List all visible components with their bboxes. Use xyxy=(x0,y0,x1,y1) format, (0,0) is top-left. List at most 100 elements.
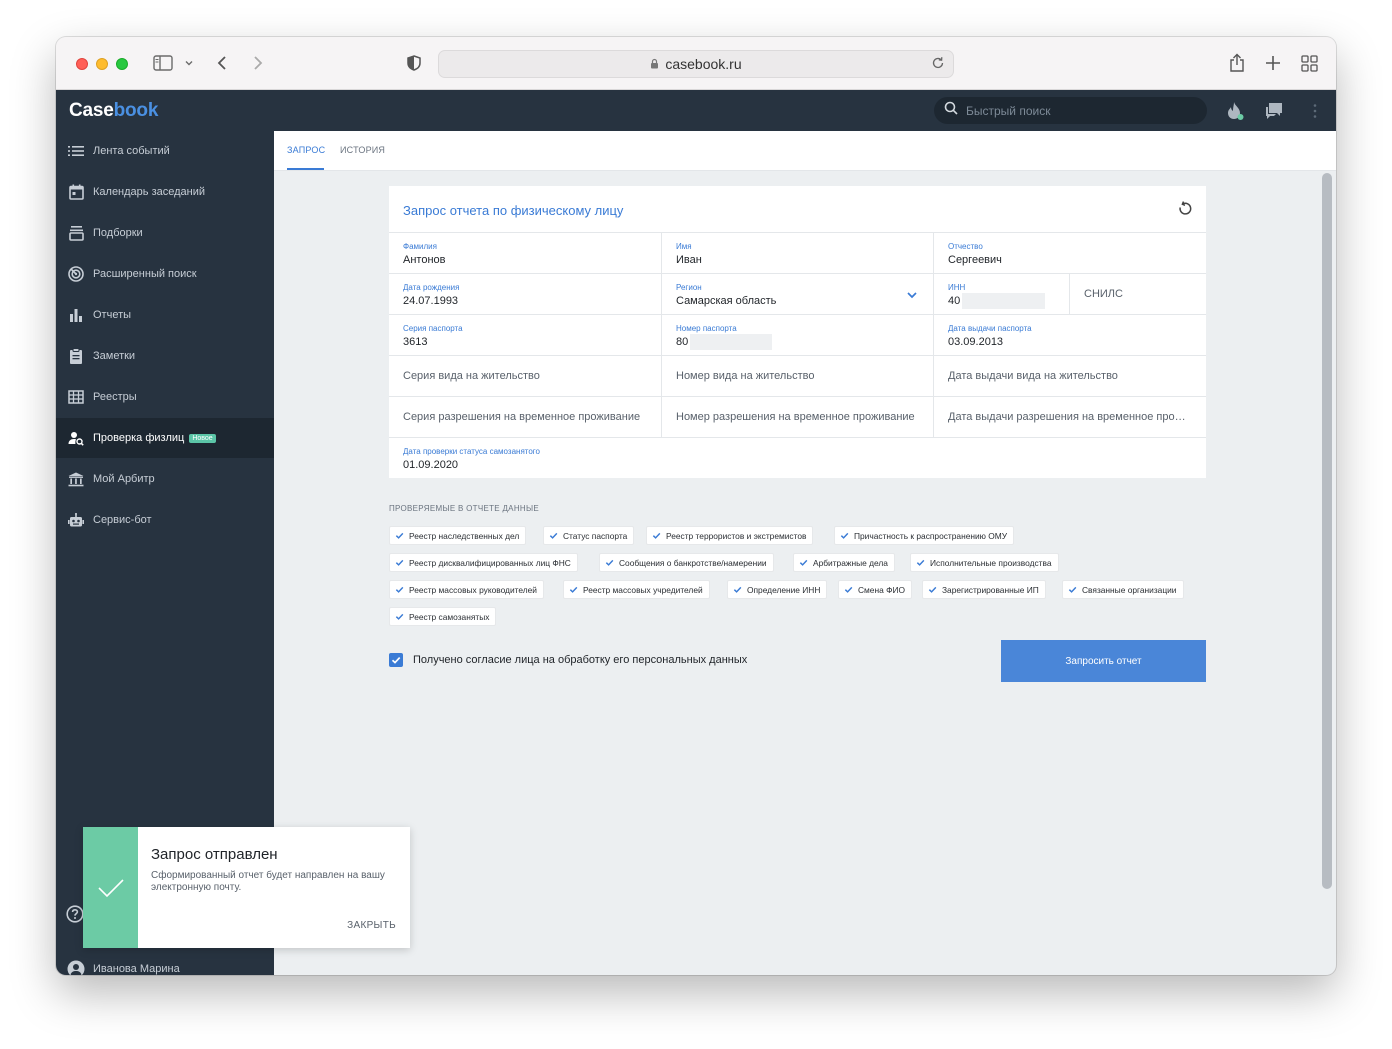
back-icon[interactable] xyxy=(212,51,232,75)
form-row-selfemployed: Дата проверки статуса самозанятого 01.09… xyxy=(389,437,1206,478)
toast-message: Сформированный отчет будет направлен на … xyxy=(151,870,385,893)
check-chip[interactable]: Исполнительные производства xyxy=(910,553,1059,572)
residence-series-field[interactable]: Серия вида на жительство xyxy=(389,356,662,397)
check-icon xyxy=(569,586,578,593)
chevron-down-icon[interactable] xyxy=(182,51,196,75)
consent-checkbox[interactable]: Получено согласие лица на обработку его … xyxy=(389,653,747,667)
check-chip[interactable]: Реестр самозанятых xyxy=(389,607,497,626)
avatar-icon xyxy=(67,960,85,975)
check-icon xyxy=(395,613,404,620)
selfemployed-date-field[interactable]: Дата проверки статуса самозанятого 01.09… xyxy=(389,438,1206,479)
close-window-button[interactable] xyxy=(76,58,88,70)
user-profile[interactable]: Иванова Марина xyxy=(56,949,274,975)
sidebar-item-feed[interactable]: Лента событий xyxy=(56,131,274,171)
form-row-residence: Серия вида на жительство Номер вида на ж… xyxy=(389,355,1206,397)
check-chip[interactable]: Зарегистрированные ИП xyxy=(922,580,1046,599)
passport-date-field[interactable]: Дата выдачи паспорта 03.09.2013 xyxy=(934,315,1206,356)
zoom-window-button[interactable] xyxy=(116,58,128,70)
sidebar-item-person-check[interactable]: Проверка физлиц Новое xyxy=(56,418,274,458)
tab-overview-icon[interactable] xyxy=(1298,51,1320,75)
sidebar-item-service-bot[interactable]: Сервис-бот xyxy=(56,500,274,540)
casebook-logo[interactable]: Casebook xyxy=(69,100,158,122)
success-toast: Запрос отправлен Сформированный отчет бу… xyxy=(83,827,410,948)
minimize-window-button[interactable] xyxy=(96,58,108,70)
robot-icon xyxy=(67,511,85,529)
chevron-down-icon[interactable] xyxy=(905,288,919,302)
scrollbar[interactable] xyxy=(1322,173,1332,889)
check-icon xyxy=(916,559,925,566)
check-icon xyxy=(799,559,808,566)
search-icon xyxy=(944,101,958,120)
sidebar-toggle-icon[interactable] xyxy=(152,51,174,75)
patronymic-field[interactable]: Отчество Сергеевич xyxy=(934,233,1206,274)
check-icon xyxy=(549,532,558,539)
check-icon xyxy=(395,586,404,593)
radar-icon xyxy=(67,265,85,283)
check-chip[interactable]: Причастность к распространению ОМУ xyxy=(834,526,1015,545)
residence-date-field[interactable]: Дата выдачи вида на жительство xyxy=(934,356,1206,397)
first-name-field[interactable]: Имя Иван xyxy=(662,233,934,274)
toast-close-button[interactable]: ЗАКРЫТЬ xyxy=(347,920,396,931)
reset-icon[interactable] xyxy=(1176,200,1194,218)
quick-search-input[interactable] xyxy=(966,103,1186,118)
new-tab-icon[interactable] xyxy=(1262,51,1284,75)
bar-chart-icon xyxy=(67,306,85,324)
quick-search[interactable] xyxy=(934,97,1207,124)
form-row-passport: Серия паспорта 3613 Номер паспорта 80 Да… xyxy=(389,314,1206,356)
permit-date-field[interactable]: Дата выдачи разрешения на временное про… xyxy=(934,397,1206,438)
share-icon[interactable] xyxy=(1226,51,1248,75)
reload-icon[interactable] xyxy=(931,56,945,73)
check-chip[interactable]: Определение ИНН xyxy=(727,580,828,599)
check-chip[interactable]: Сообщения о банкротстве/намерении xyxy=(599,553,774,572)
url-text: casebook.ru xyxy=(665,56,742,72)
permit-number-field[interactable]: Номер разрешения на временное проживание xyxy=(662,397,934,438)
passport-number-field[interactable]: Номер паспорта 80 xyxy=(662,315,934,356)
sidebar-item-reports[interactable]: Отчеты xyxy=(56,295,274,335)
checkbox-checked-icon[interactable] xyxy=(389,653,403,667)
sidebar-item-calendar[interactable]: Календарь заседаний xyxy=(56,172,274,212)
check-chip[interactable]: Реестр наследственных дел xyxy=(389,526,527,545)
report-request-form: Запрос отчета по физическому лицу Фамили… xyxy=(389,186,1206,478)
toast-title: Запрос отправлен xyxy=(151,846,278,863)
chat-icon[interactable] xyxy=(1263,100,1285,122)
new-badge: Новое xyxy=(189,433,216,443)
help-icon[interactable] xyxy=(66,905,84,923)
check-chip[interactable]: Статус паспорта xyxy=(543,526,635,545)
privacy-shield-icon[interactable] xyxy=(404,51,424,75)
last-name-field[interactable]: Фамилия Антонов xyxy=(389,233,662,274)
check-chip[interactable]: Реестр массовых учредителей xyxy=(563,580,710,599)
birth-date-field[interactable]: Дата рождения 24.07.1993 xyxy=(389,274,662,315)
check-chip[interactable]: Реестр дисквалифицированных лиц ФНС xyxy=(389,553,578,572)
inn-field[interactable]: ИНН 40 xyxy=(934,274,1070,315)
sidebar-item-advanced-search[interactable]: Расширенный поиск xyxy=(56,254,274,294)
tab-bar: ЗАПРОС ИСТОРИЯ xyxy=(274,131,1336,171)
fire-notification-icon[interactable] xyxy=(1224,100,1246,122)
tab-request[interactable]: ЗАПРОС xyxy=(287,145,325,155)
check-chip[interactable]: Смена ФИО xyxy=(838,580,912,599)
forward-icon[interactable] xyxy=(248,51,268,75)
request-report-button[interactable]: Запросить отчет xyxy=(1001,640,1206,682)
sidebar-item-notes[interactable]: Заметки xyxy=(56,336,274,376)
snils-field[interactable]: СНИЛС xyxy=(1070,274,1206,315)
sidebar-item-my-arbitr[interactable]: Мой Арбитр xyxy=(56,459,274,499)
more-vertical-icon[interactable] xyxy=(1304,100,1326,122)
residence-number-field[interactable]: Номер вида на жительство xyxy=(662,356,934,397)
sidebar-item-registries[interactable]: Реестры xyxy=(56,377,274,417)
check-chip[interactable]: Реестр террористов и экстремистов xyxy=(646,526,814,545)
redacted-mask xyxy=(690,334,772,350)
check-chip[interactable]: Арбитражные дела xyxy=(793,553,895,572)
check-chip[interactable]: Реестр массовых руководителей xyxy=(389,580,544,599)
list-icon xyxy=(67,142,85,160)
address-bar[interactable]: casebook.ru xyxy=(438,50,954,78)
check-chip[interactable]: Связанные организации xyxy=(1062,580,1184,599)
permit-series-field[interactable]: Серия разрешения на временное проживание xyxy=(389,397,662,438)
form-row-birth: Дата рождения 24.07.1993 Регион Самарска… xyxy=(389,273,1206,315)
region-select[interactable]: Регион Самарская область xyxy=(662,274,934,315)
form-title: Запрос отчета по физическому лицу xyxy=(403,203,624,218)
check-icon xyxy=(928,586,937,593)
check-icon xyxy=(840,532,849,539)
tab-history[interactable]: ИСТОРИЯ xyxy=(340,145,385,155)
passport-series-field[interactable]: Серия паспорта 3613 xyxy=(389,315,662,356)
redacted-mask xyxy=(962,293,1045,309)
sidebar-item-collections[interactable]: Подборки xyxy=(56,213,274,253)
